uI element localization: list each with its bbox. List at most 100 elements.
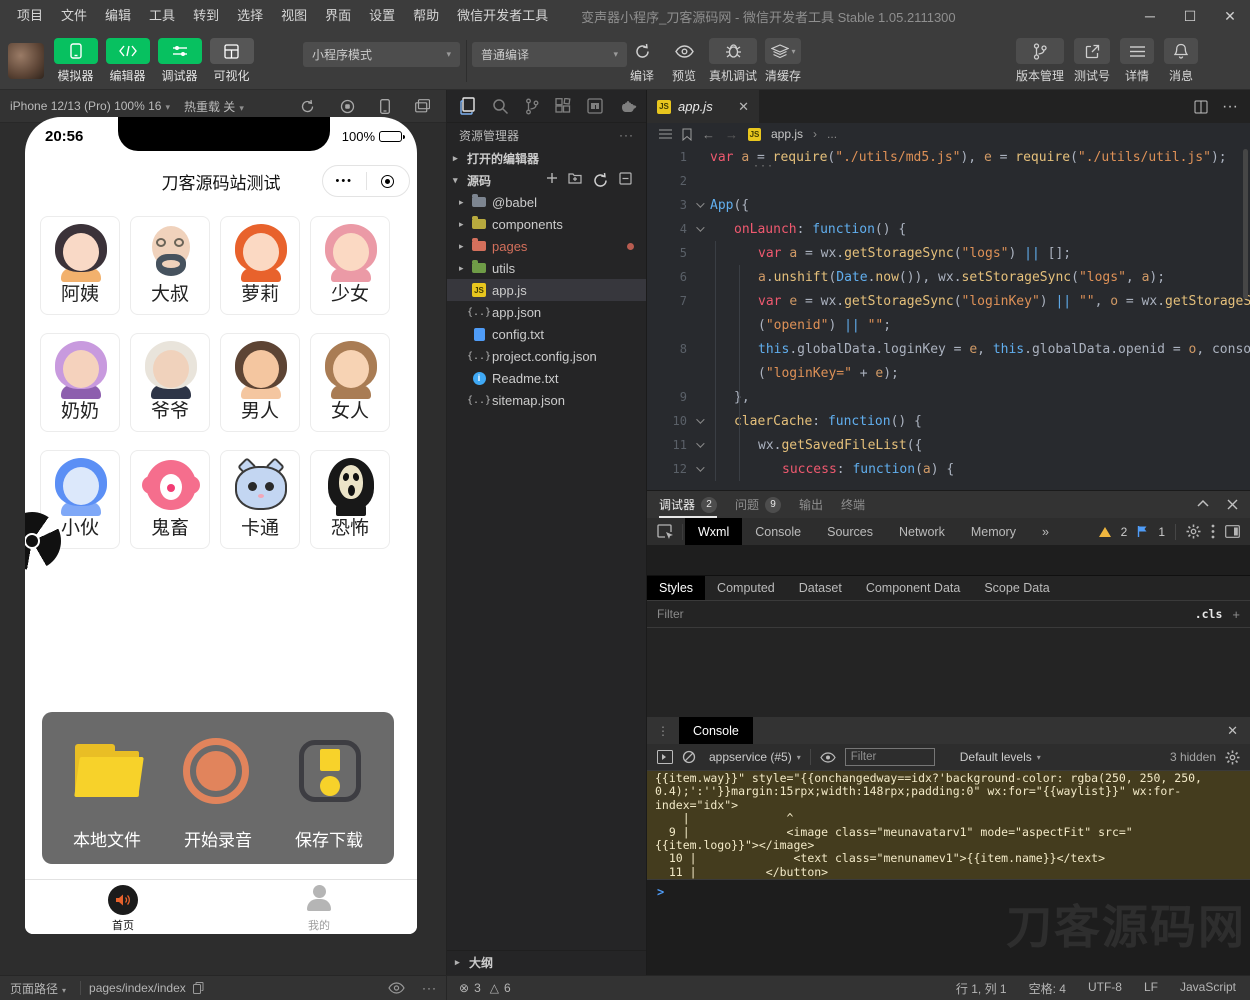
panel-tab-调试器[interactable]: 调试器2 — [659, 491, 717, 518]
copy-path-icon[interactable] — [193, 982, 204, 994]
toolbar-编译-button[interactable]: 编译 — [625, 38, 659, 84]
explorer-more-button[interactable]: ··· — [619, 128, 634, 142]
styles-tab-Scope-Data[interactable]: Scope Data — [972, 576, 1061, 600]
breadcrumb-more[interactable]: ... — [827, 127, 837, 141]
outline-section[interactable]: ▸大纲 — [447, 950, 646, 973]
restart-icon[interactable] — [300, 99, 315, 114]
tree-item-components[interactable]: ▸components — [447, 213, 646, 235]
clear-console-icon[interactable] — [682, 750, 696, 764]
menu-item-3[interactable]: 工具 — [140, 0, 184, 32]
menu-item-2[interactable]: 编辑 — [96, 0, 140, 32]
statusbar-segment-4[interactable]: JavaScript — [1180, 980, 1236, 997]
new-file-icon[interactable] — [546, 172, 558, 189]
tree-item-app.js[interactable]: JSapp.js — [447, 279, 646, 301]
refresh-icon[interactable] — [592, 172, 609, 189]
styles-tab-Component-Data[interactable]: Component Data — [854, 576, 973, 600]
voice-card-阿姨[interactable]: 阿姨 — [40, 216, 120, 315]
record-icon[interactable] — [340, 99, 355, 114]
console-prompt-area[interactable]: > — [647, 879, 1250, 975]
voice-card-女人[interactable]: 女人 — [310, 333, 390, 432]
files-icon[interactable] — [459, 97, 476, 115]
code-editor[interactable]: ··· 1var a = require("./utils/md5.js"), … — [647, 145, 1250, 490]
code-line-4[interactable]: 4onLaunch: function() { — [647, 217, 1250, 241]
editor-scrollbar[interactable] — [1243, 149, 1248, 299]
toolbar-模拟器-button[interactable]: 模拟器 — [52, 38, 99, 84]
multi-window-icon[interactable] — [415, 99, 430, 114]
list-icon[interactable] — [659, 129, 672, 140]
tree-item-project.config.json[interactable]: {..}project.config.json — [447, 345, 646, 367]
fold-chevron-icon[interactable] — [696, 463, 704, 471]
fold-chevron-icon[interactable] — [696, 415, 704, 423]
voice-card-萝莉[interactable]: 萝莉 — [220, 216, 300, 315]
console-drawer-tab[interactable]: Console — [679, 717, 753, 744]
new-style-rule-button[interactable]: + — [1232, 607, 1240, 622]
menu-item-6[interactable]: 视图 — [272, 0, 316, 32]
exit-button[interactable] — [367, 175, 410, 188]
more-menu-button[interactable]: ••• — [323, 175, 366, 187]
menu-item-0[interactable]: 项目 — [8, 0, 52, 32]
console-settings-gear-icon[interactable] — [1225, 750, 1240, 765]
code-line-12[interactable]: 12success: function(a) { — [647, 457, 1250, 481]
back-icon[interactable]: ← — [702, 127, 715, 142]
voice-card-少女[interactable]: 少女 — [310, 216, 390, 315]
toolbar-消息-button[interactable]: 消息 — [1164, 38, 1198, 84]
close-drawer-icon[interactable]: ✕ — [1227, 723, 1250, 739]
compile-mode-dropdown[interactable]: 普通编译▾ — [472, 42, 627, 67]
wxml-elements-pane[interactable] — [647, 546, 1250, 576]
toolbar-真机调试-button[interactable]: 真机调试 — [709, 38, 757, 84]
menu-item-7[interactable]: 界面 — [316, 0, 360, 32]
forward-icon[interactable]: → — [725, 127, 738, 142]
teapot-icon[interactable] — [619, 99, 638, 113]
page-path-dropdown[interactable]: 页面路径▾ — [10, 980, 72, 997]
styles-tab-Styles[interactable]: Styles — [647, 576, 705, 600]
fold-chevron-icon[interactable] — [696, 439, 704, 447]
minimize-icon[interactable]: ─ — [1130, 0, 1170, 32]
panel-tab-问题[interactable]: 问题9 — [735, 491, 781, 518]
开始录音-button[interactable]: 开始录音 — [163, 712, 273, 864]
tree-item-sitemap.json[interactable]: {..}sitemap.json — [447, 389, 646, 411]
code-line-11[interactable]: 11wx.getSavedFileList({ — [647, 433, 1250, 457]
styles-tab-Dataset[interactable]: Dataset — [787, 576, 854, 600]
menu-item-4[interactable]: 转到 — [184, 0, 228, 32]
search-icon[interactable] — [492, 98, 509, 115]
panel-tab-终端[interactable]: 终端 — [841, 491, 865, 518]
toolbar-详情-button[interactable]: 详情 — [1120, 38, 1154, 84]
statusbar-segment-1[interactable]: 空格: 4 — [1029, 980, 1066, 997]
panel-tab-输出[interactable]: 输出 — [799, 491, 823, 518]
device-selector[interactable]: iPhone 12/13 (Pro) 100% 16▾ — [10, 99, 170, 113]
live-expression-eye-icon[interactable] — [820, 752, 836, 763]
code-line-9[interactable]: 9}, — [647, 385, 1250, 409]
mode-dropdown[interactable]: 小程序模式▾ — [303, 42, 460, 67]
console-sidebar-icon[interactable] — [657, 750, 673, 764]
devtools-tab-Sources[interactable]: Sources — [814, 518, 886, 545]
toolbar-可视化-button[interactable]: 可视化 — [208, 38, 255, 84]
code-line-8[interactable]: 8this.globalData.loginKey = e, this.glob… — [647, 337, 1250, 361]
statusbar-segment-2[interactable]: UTF-8 — [1088, 980, 1122, 997]
close-tab-icon[interactable]: ✕ — [738, 99, 749, 115]
phone-icon[interactable] — [380, 99, 390, 114]
inspect-element-icon[interactable] — [647, 524, 683, 540]
close-icon[interactable] — [1227, 499, 1238, 510]
code-line-10[interactable]: 10claerCache: function() { — [647, 409, 1250, 433]
fold-chevron-icon[interactable] — [696, 199, 704, 207]
devtools-tab-Memory[interactable]: Memory — [958, 518, 1029, 545]
code-line-6[interactable]: 6a.unshift(Date.now()), wx.setStorageSyn… — [647, 265, 1250, 289]
user-avatar[interactable] — [8, 43, 44, 79]
breadcrumb-file[interactable]: app.js — [771, 127, 803, 141]
menu-item-9[interactable]: 帮助 — [404, 0, 448, 32]
more-actions-icon[interactable]: ··· — [1222, 98, 1238, 116]
split-editor-icon[interactable] — [1194, 100, 1208, 114]
toolbar-预览-button[interactable]: 预览 — [667, 38, 701, 84]
voice-card-大叔[interactable]: 大叔 — [130, 216, 210, 315]
execution-context-dropdown[interactable]: appservice (#5)▾ — [709, 750, 801, 764]
console-filter-input[interactable] — [845, 748, 935, 766]
fold-chevron-icon[interactable] — [696, 223, 704, 231]
collapse-icon[interactable] — [1197, 499, 1209, 510]
npm-icon[interactable] — [587, 98, 603, 114]
maximize-icon[interactable]: ☐ — [1170, 0, 1210, 32]
styles-filter-input[interactable] — [657, 607, 1077, 621]
extensions-icon[interactable] — [555, 98, 571, 114]
voice-card-奶奶[interactable]: 奶奶 — [40, 333, 120, 432]
code-line-7[interactable]: 7var e = wx.getStorageSync("loginKey") |… — [647, 289, 1250, 313]
statusbar-segment-3[interactable]: LF — [1144, 980, 1158, 997]
